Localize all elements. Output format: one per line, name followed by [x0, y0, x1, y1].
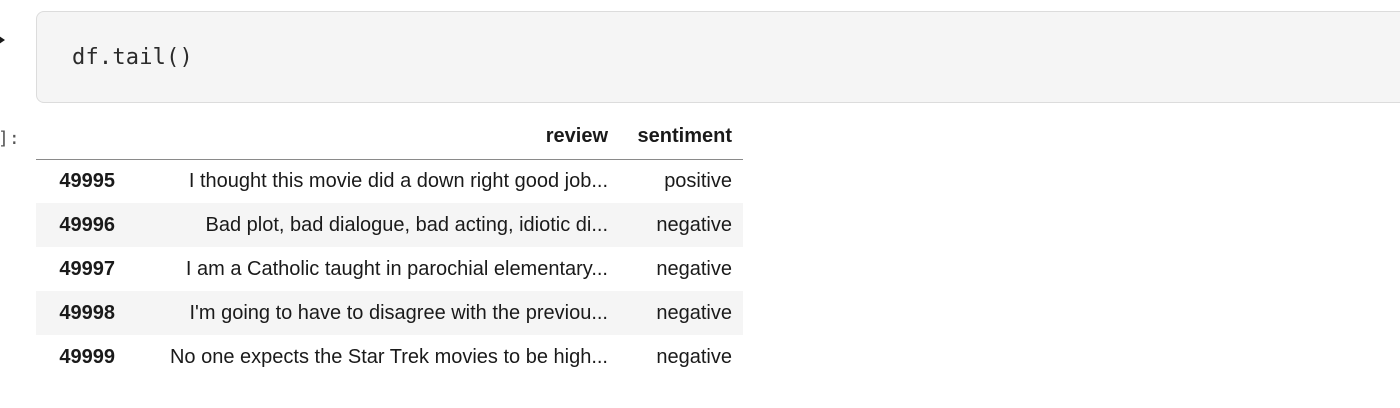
review-cell: I thought this movie did a down right go…	[188, 169, 608, 192]
output-prompt: ]:	[0, 128, 20, 149]
row-index: 49999	[59, 345, 115, 368]
review-cell: No one expects the Star Trek movies to b…	[169, 345, 608, 368]
table-row: 49996 Bad plot, bad dialogue, bad acting…	[36, 203, 743, 247]
row-index: 49998	[59, 301, 115, 324]
row-index: 49997	[59, 257, 115, 280]
row-index: 49995	[59, 169, 115, 192]
review-cell: I'm going to have to disagree with the p…	[189, 301, 608, 324]
review-cell: I am a Catholic taught in parochial elem…	[185, 257, 608, 280]
table-row: 49995 I thought this movie did a down ri…	[36, 159, 743, 203]
dataframe-output-table: review sentiment 49995 I thought this mo…	[36, 115, 743, 379]
review-cell: Bad plot, bad dialogue, bad acting, idio…	[205, 213, 609, 236]
run-indicator-icon[interactable]	[0, 34, 5, 46]
row-index: 49996	[59, 213, 115, 236]
sentiment-cell: negative	[656, 257, 732, 280]
table-header-row: review sentiment	[36, 115, 743, 160]
table-row: 49998 I'm going to have to disagree with…	[36, 291, 743, 335]
sentiment-cell: positive	[664, 169, 732, 192]
sentiment-cell: negative	[656, 213, 732, 236]
code-input[interactable]: df.tail()	[72, 45, 193, 70]
column-header-sentiment: sentiment	[619, 115, 743, 160]
index-column-header	[36, 115, 126, 160]
sentiment-cell: negative	[656, 345, 732, 368]
column-header-review: review	[126, 115, 619, 160]
table-row: 49997 I am a Catholic taught in parochia…	[36, 247, 743, 291]
table-row: 49999 No one expects the Star Trek movie…	[36, 335, 743, 379]
sentiment-cell: negative	[656, 301, 732, 324]
code-cell[interactable]: df.tail()	[36, 11, 1400, 103]
